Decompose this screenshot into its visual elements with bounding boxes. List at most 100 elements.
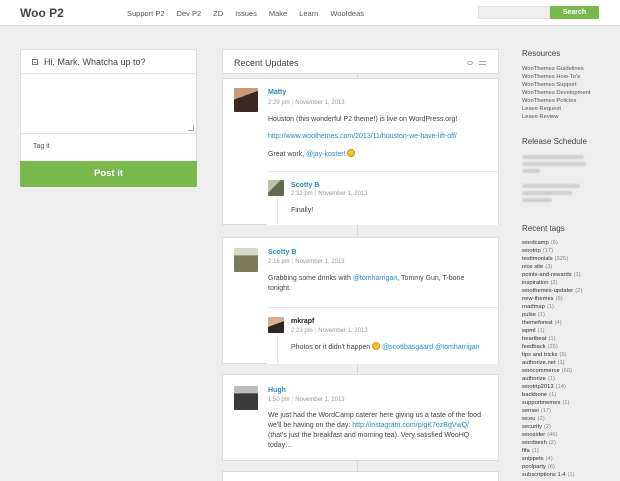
search-button[interactable]: Search bbox=[550, 6, 599, 19]
tag-name[interactable]: snippets bbox=[522, 456, 544, 462]
tag-name[interactable]: pulse bbox=[522, 312, 536, 318]
tag-link[interactable]: snippets (4) bbox=[522, 456, 553, 462]
tag-link[interactable]: security (2) bbox=[522, 424, 551, 430]
post-date[interactable]: November 1, 2013 bbox=[295, 397, 344, 403]
tag-name[interactable]: authorize.net bbox=[522, 360, 556, 366]
tag-name[interactable]: roadmap bbox=[522, 304, 545, 310]
resource-link[interactable]: Leave Request bbox=[522, 106, 561, 112]
reply-time[interactable]: 2:32 pm bbox=[291, 191, 313, 197]
nav-support-p2[interactable]: Support P2 bbox=[127, 9, 165, 18]
tag-name[interactable]: poolparty bbox=[522, 464, 546, 470]
tag-name[interactable]: inspiration bbox=[522, 280, 548, 286]
tag-name[interactable]: wceu bbox=[522, 416, 536, 422]
tag-link[interactable]: poolparty (6) bbox=[522, 464, 555, 470]
mention-link[interactable]: @jay-koster! bbox=[306, 151, 345, 158]
tag-link[interactable]: themeforest (4) bbox=[522, 320, 562, 326]
tag-link[interactable]: wordsesh (2) bbox=[522, 440, 556, 446]
avatar[interactable] bbox=[268, 180, 284, 196]
post-author[interactable]: Matty bbox=[268, 89, 286, 96]
avatar[interactable] bbox=[234, 88, 258, 112]
collapse-icon[interactable] bbox=[32, 58, 38, 65]
tag-name[interactable]: woocommerce bbox=[522, 368, 560, 374]
search-input[interactable] bbox=[478, 6, 550, 19]
tag-link[interactable]: inspiration (2) bbox=[522, 280, 558, 286]
site-logo[interactable]: Woo P2 bbox=[20, 6, 64, 20]
tag-link[interactable]: points-and-rewards (1) bbox=[522, 272, 581, 278]
tag-link[interactable]: heartbeat (1) bbox=[522, 336, 556, 342]
tag-link[interactable]: tips and tricks (5) bbox=[522, 352, 567, 358]
resource-link[interactable]: WooThemes Development bbox=[522, 90, 591, 96]
tag-link[interactable]: supportmemes (1) bbox=[522, 400, 569, 406]
nav-issues[interactable]: Issues bbox=[235, 9, 257, 18]
nav-make[interactable]: Make bbox=[269, 9, 287, 18]
tag-name[interactable]: security bbox=[522, 424, 542, 430]
tag-link[interactable]: wootrip2013 (14) bbox=[522, 384, 566, 390]
reply-author[interactable]: mkrapf bbox=[291, 318, 314, 325]
tag-name[interactable]: fifa bbox=[522, 448, 530, 454]
tag-name[interactable]: feedback bbox=[522, 344, 546, 350]
post-time[interactable]: 2:16 pm bbox=[268, 259, 290, 265]
tag-link[interactable]: sensei (17) bbox=[522, 408, 551, 414]
tag-link[interactable]: woosider (46) bbox=[522, 432, 558, 438]
tag-name[interactable]: woosider bbox=[522, 432, 545, 438]
resource-link[interactable]: WooThemes Support bbox=[522, 82, 577, 88]
tag-name[interactable]: sensei bbox=[522, 408, 539, 414]
avatar[interactable] bbox=[268, 317, 284, 333]
eye-icon[interactable] bbox=[467, 61, 473, 65]
mention-link[interactable]: @tomharrigan bbox=[435, 344, 479, 351]
tag-link[interactable]: wpml (1) bbox=[522, 328, 545, 334]
avatar[interactable] bbox=[234, 386, 258, 410]
tag-link[interactable]: wootrip (17) bbox=[522, 248, 553, 254]
resource-link[interactable]: WooThemes Guidelines bbox=[522, 66, 584, 72]
tag-name[interactable]: subscriptions 1.4 bbox=[522, 472, 566, 478]
post-link[interactable]: http://www.woothemes.com/2013/11/houston… bbox=[268, 132, 457, 142]
reply-date[interactable]: November 1, 2013 bbox=[318, 328, 367, 334]
tag-link[interactable]: backbone (1) bbox=[522, 392, 556, 398]
post-time[interactable]: 2:29 pm bbox=[268, 100, 290, 106]
nav-dev-p2[interactable]: Dev P2 bbox=[177, 9, 202, 18]
reply-author[interactable]: Scotty B bbox=[291, 182, 319, 189]
reply-time[interactable]: 2:23 pm bbox=[291, 328, 313, 334]
tag-input[interactable]: Tag it bbox=[21, 134, 196, 159]
tag-link[interactable]: nice site (3) bbox=[522, 264, 552, 270]
tag-link[interactable]: wordcamp (6) bbox=[522, 240, 558, 246]
post-time[interactable]: 1:50 pm bbox=[268, 397, 290, 403]
nav-wooideas[interactable]: WooIdeas bbox=[330, 9, 364, 18]
tag-name[interactable]: authorize bbox=[522, 376, 546, 382]
nav-learn[interactable]: Learn bbox=[299, 9, 318, 18]
tag-name[interactable]: wpml bbox=[522, 328, 536, 334]
tag-link[interactable]: woothemes-updater (2) bbox=[522, 288, 582, 294]
post-date[interactable]: November 1, 2013 bbox=[295, 259, 344, 265]
tag-name[interactable]: new-themes bbox=[522, 296, 554, 302]
tag-name[interactable]: wordcamp bbox=[522, 240, 549, 246]
resource-link[interactable]: WooThemes How-To's bbox=[522, 74, 580, 80]
tag-name[interactable]: wootrip bbox=[522, 248, 541, 254]
post-author[interactable]: Hugh bbox=[268, 387, 286, 394]
tag-name[interactable]: backbone bbox=[522, 392, 547, 398]
tag-link[interactable]: wceu (2) bbox=[522, 416, 545, 422]
tag-link[interactable]: authorize (1) bbox=[522, 376, 555, 382]
resource-link[interactable]: WooThemes Policies bbox=[522, 98, 576, 104]
tag-name[interactable]: supportmemes bbox=[522, 400, 560, 406]
post-author[interactable]: Scotty B bbox=[268, 249, 296, 256]
tag-name[interactable]: tips and tricks bbox=[522, 352, 557, 358]
avatar[interactable] bbox=[234, 248, 258, 272]
tag-name[interactable]: wootrip2013 bbox=[522, 384, 554, 390]
mention-link[interactable]: @scottbasgaard bbox=[382, 344, 433, 351]
tag-name[interactable]: themeforest bbox=[522, 320, 553, 326]
resource-link[interactable]: Leave Review bbox=[522, 114, 558, 120]
tag-link[interactable]: fifa (1) bbox=[522, 448, 539, 454]
tag-name[interactable]: points-and-rewards bbox=[522, 272, 572, 278]
tag-name[interactable]: heartbeat bbox=[522, 336, 547, 342]
post-textarea[interactable] bbox=[21, 77, 196, 134]
tag-link[interactable]: roadmap (1) bbox=[522, 304, 554, 310]
tag-name[interactable]: woothemes-updater bbox=[522, 288, 573, 294]
tag-name[interactable]: wordsesh bbox=[522, 440, 547, 446]
tag-link[interactable]: woocommerce (66) bbox=[522, 368, 572, 374]
post-date[interactable]: November 1, 2013 bbox=[295, 100, 344, 106]
tag-link[interactable]: testimonials (325) bbox=[522, 256, 568, 262]
post-link[interactable]: http://instagram.com/p/gK7ozBgVwQ/ bbox=[352, 422, 469, 429]
list-view-icon[interactable] bbox=[479, 61, 486, 65]
reply-date[interactable]: November 1, 2013 bbox=[318, 191, 367, 197]
nav-zd[interactable]: ZD bbox=[213, 9, 223, 18]
